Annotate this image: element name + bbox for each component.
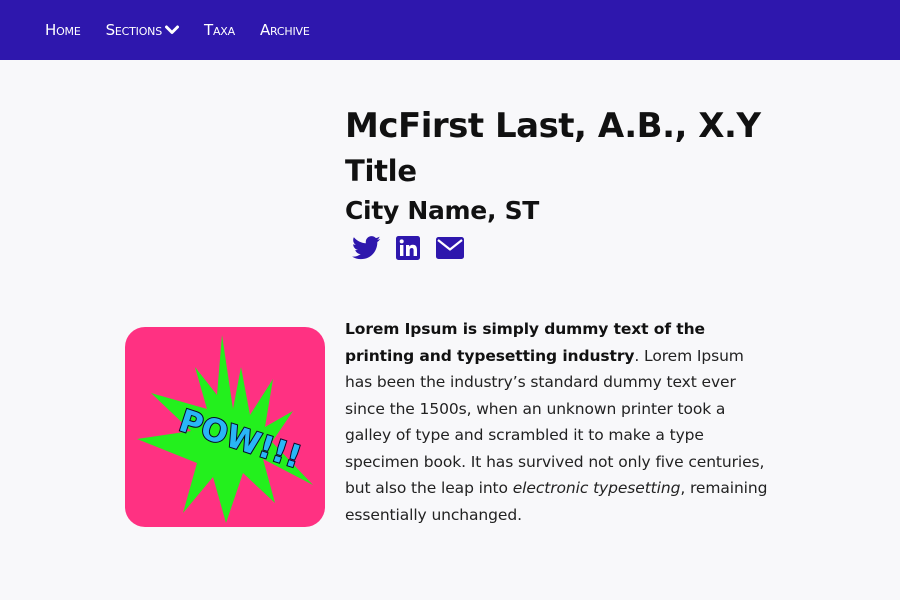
profile-name: McFirst Last, A.B., X.Y <box>345 106 761 146</box>
profile-header: McFirst Last, A.B., X.Y Title City Name,… <box>345 104 761 262</box>
linkedin-icon <box>396 236 420 260</box>
email-link[interactable] <box>435 234 465 262</box>
avatar: POW!!! <box>125 327 325 527</box>
bio-paragraph: Lorem Ipsum is simply dummy text of the … <box>345 316 775 528</box>
nav-sections-label: Sections <box>105 21 163 39</box>
linkedin-link[interactable] <box>393 234 423 262</box>
chevron-down-icon <box>164 25 179 34</box>
nav-taxa-link[interactable]: Taxa <box>204 21 235 39</box>
nav-archive-link[interactable]: Archive <box>260 21 310 39</box>
profile-location: City Name, ST <box>345 196 540 225</box>
envelope-icon <box>436 237 464 259</box>
pow-burst-illustration: POW!!! <box>137 335 313 523</box>
bio-emphasis: electronic typesetting <box>512 479 681 497</box>
nav-archive-label: Archive <box>259 21 310 39</box>
twitter-link[interactable] <box>351 234 381 262</box>
nav-home-link[interactable]: Home <box>45 21 81 39</box>
top-navbar: Home Sections Taxa Archive <box>0 0 900 60</box>
nav-taxa-label: Taxa <box>203 21 235 39</box>
twitter-icon <box>351 236 380 260</box>
profile-title: Title <box>345 154 417 188</box>
nav-home-label: Home <box>45 21 81 39</box>
nav-sections-dropdown[interactable]: Sections <box>106 21 179 39</box>
bio-text: . Lorem Ipsum has been the industry’s st… <box>345 346 765 498</box>
social-links <box>351 234 761 262</box>
